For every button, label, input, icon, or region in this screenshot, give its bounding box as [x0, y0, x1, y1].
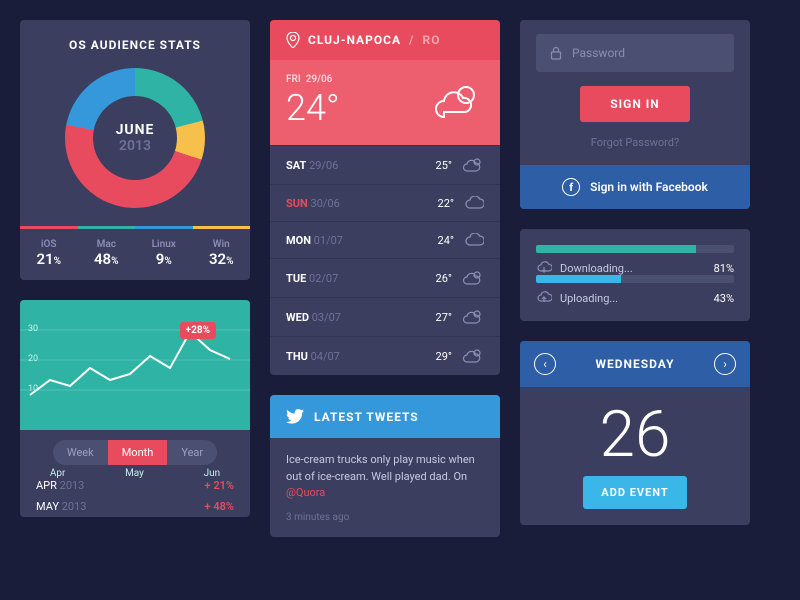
os-platform-row: iOS21% Mac48% Linux9% Win32%	[20, 226, 250, 280]
twitter-icon	[286, 409, 304, 424]
signin-button[interactable]: SIGN IN	[580, 86, 690, 122]
os-cell-mac: Mac48%	[78, 226, 136, 280]
weather-today: FRI 29/06 24°	[270, 60, 500, 145]
partly-cloudy-icon	[462, 270, 484, 286]
donut-month: JUNE	[116, 122, 155, 138]
line-chart	[20, 300, 250, 430]
os-stats-card: OS AUDIENCE STATS JUNE 2013 iOS21% Mac48…	[20, 20, 250, 280]
upload-icon	[536, 291, 552, 305]
tweets-header: LATEST TWEETS	[270, 395, 500, 438]
donut-chart: JUNE 2013	[65, 68, 205, 208]
progress-card: Downloading...81% Uploading...43%	[520, 229, 750, 321]
os-stats-title: OS AUDIENCE STATS	[20, 20, 250, 60]
os-cell-ios: iOS21%	[20, 226, 78, 280]
chart-peak-badge: +28%	[180, 322, 216, 339]
calendar-card: ‹ WEDNESDAY › 26 ADD EVENT	[520, 341, 750, 525]
tweet-handle[interactable]: @Quora	[286, 486, 325, 499]
forgot-password-link[interactable]: Forgot Password?	[536, 122, 734, 165]
partly-cloudy-icon	[462, 348, 484, 364]
partly-cloudy-icon	[430, 81, 484, 123]
progress-row: Uploading...43%	[536, 291, 734, 305]
forecast-row: THU 04/0729°	[270, 336, 500, 375]
tab-year[interactable]: Year	[167, 440, 217, 465]
signin-card: SIGN IN Forgot Password? f Sign in with …	[520, 20, 750, 209]
tab-week[interactable]: Week	[53, 440, 108, 465]
lock-icon	[550, 46, 562, 60]
os-cell-win: Win32%	[193, 226, 251, 280]
progress-bar	[536, 275, 734, 283]
today-temp: 24°	[286, 87, 340, 129]
forecast-row: SUN 30/0622°	[270, 184, 500, 221]
forecast-row: WED 03/0727°	[270, 297, 500, 336]
os-cell-linux: Linux9%	[135, 226, 193, 280]
progress-bar	[536, 245, 734, 253]
chart-x-labels: Apr May Jun	[20, 468, 250, 479]
weather-location: CLUJ-NAPOCA/RO	[270, 20, 500, 60]
next-day-button[interactable]: ›	[714, 353, 736, 375]
progress-row: Downloading...81%	[536, 261, 734, 275]
pin-icon	[286, 32, 300, 48]
partly-cloudy-icon	[462, 157, 484, 173]
calendar-day-number: 26	[520, 397, 750, 472]
forecast-row: MON 01/0724°	[270, 221, 500, 258]
calendar-dow: WEDNESDAY	[595, 357, 674, 371]
tweets-card: LATEST TWEETS Ice-cream trucks only play…	[270, 395, 500, 537]
facebook-icon: f	[562, 178, 580, 196]
growth-row-may: MAY 2013 + 48%	[20, 496, 250, 517]
line-chart-card: 30 20 10 +28% Apr May Jun Week Month Yea…	[20, 300, 250, 517]
prev-day-button[interactable]: ‹	[534, 353, 556, 375]
forecast-row: SAT 29/0625°	[270, 145, 500, 184]
cloud-icon	[464, 196, 484, 210]
add-event-button[interactable]: ADD EVENT	[583, 476, 686, 509]
tab-month[interactable]: Month	[108, 440, 168, 465]
tweet-text: Ice-cream trucks only play music when ou…	[270, 438, 500, 508]
cloud-icon	[464, 233, 484, 247]
tweet-timestamp: 3 minutes ago	[270, 508, 500, 537]
password-input[interactable]	[572, 46, 720, 60]
forecast-row: TUE 02/0726°	[270, 258, 500, 297]
partly-cloudy-icon	[462, 309, 484, 325]
password-field-wrap[interactable]	[536, 34, 734, 72]
donut-year: 2013	[119, 138, 151, 154]
weather-card: CLUJ-NAPOCA/RO FRI 29/06 24° SAT 29/0625…	[270, 20, 500, 375]
facebook-signin-button[interactable]: f Sign in with Facebook	[520, 165, 750, 209]
download-icon	[536, 261, 552, 275]
